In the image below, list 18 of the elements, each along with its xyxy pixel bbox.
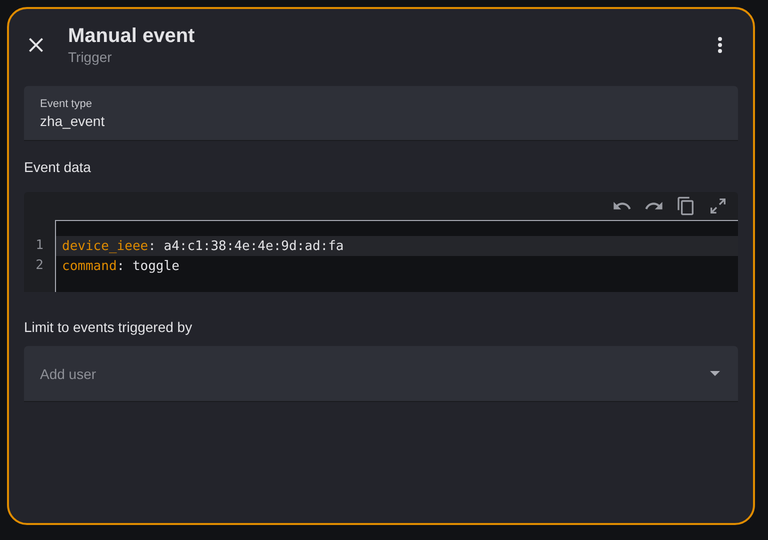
more-vertical-icon bbox=[718, 37, 722, 53]
code-editor[interactable]: 1 2 device_ieee: a4:c1:38:4e:4e:9d:ad:fa command: toggle bbox=[24, 192, 738, 292]
section-label: Limit to events triggered by bbox=[24, 318, 192, 337]
line-number: 1 bbox=[34, 237, 44, 255]
field-value: zha_event bbox=[40, 112, 106, 131]
code-text: device_ieee: a4:c1:38:4e:4e:9d:ad:fa bbox=[62, 238, 344, 254]
dialog-subtitle: Trigger bbox=[68, 48, 113, 66]
event-type-field[interactable]: Event type zha_event bbox=[24, 86, 738, 141]
dropdown-caret-icon bbox=[710, 371, 720, 376]
fullscreen-icon bbox=[708, 196, 728, 216]
field-label: Event type bbox=[40, 98, 93, 111]
dialog-title: Manual event bbox=[68, 24, 196, 48]
select-placeholder: Add user bbox=[40, 366, 96, 382]
copy-icon bbox=[676, 196, 696, 216]
code-text: command: toggle bbox=[62, 258, 180, 274]
section-label: Event data bbox=[24, 158, 91, 177]
line-number: 2 bbox=[34, 257, 44, 275]
user-select[interactable]: Add user bbox=[24, 346, 738, 402]
